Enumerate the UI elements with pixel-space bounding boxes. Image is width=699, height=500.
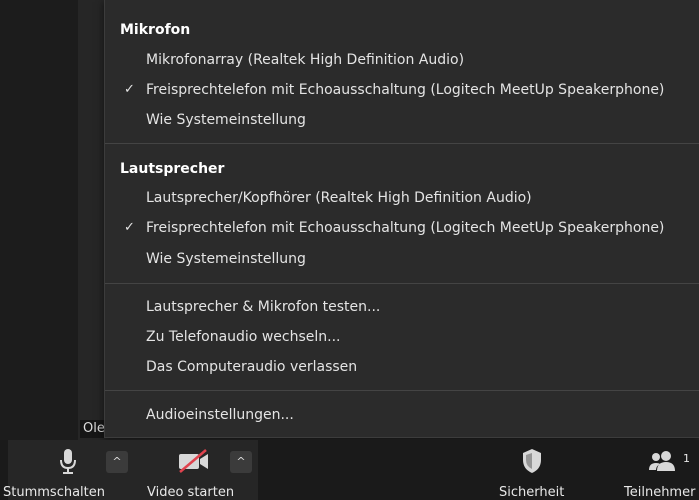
menu-divider bbox=[105, 283, 699, 284]
security-button-label: Sicherheit bbox=[499, 485, 565, 500]
speaker-option-system[interactable]: Wie Systemeinstellung bbox=[105, 245, 699, 273]
menu-divider bbox=[105, 390, 699, 391]
video-off-icon bbox=[177, 449, 211, 477]
microphone-icon bbox=[58, 448, 78, 480]
participants-count: 1 bbox=[683, 452, 690, 465]
participants-icon bbox=[647, 450, 677, 476]
menu-item-label: Mikrofonarray (Realtek High Definition A… bbox=[146, 52, 465, 68]
mic-option-logitech[interactable]: ✓ Freisprechtelefon mit Echoausschaltung… bbox=[105, 76, 699, 104]
menu-item-label: Das Computeraudio verlassen bbox=[146, 359, 358, 375]
meeting-toolbar: ^ Stummschalten ^ Video starten Sicherhe bbox=[0, 440, 699, 500]
checkmark-icon: ✓ bbox=[124, 220, 135, 235]
mic-option-realtek[interactable]: Mikrofonarray (Realtek High Definition A… bbox=[105, 46, 699, 74]
speaker-section-title: Lautsprecher bbox=[120, 161, 225, 177]
menu-item-label: Freisprechtelefon mit Echoausschaltung (… bbox=[146, 82, 665, 98]
participants-button[interactable]: 1 Teilnehmer bbox=[620, 440, 699, 500]
audio-settings-item[interactable]: Audioeinstellungen... bbox=[105, 401, 699, 429]
shield-icon bbox=[521, 448, 543, 478]
security-button[interactable]: Sicherheit bbox=[496, 440, 576, 500]
leave-computer-audio-item[interactable]: Das Computeraudio verlassen bbox=[105, 353, 699, 381]
menu-item-label: Lautsprecher/Kopfhörer (Realtek High Def… bbox=[146, 190, 532, 206]
audio-options-caret[interactable]: ^ bbox=[106, 451, 128, 473]
menu-item-label: Zu Telefonaudio wechseln... bbox=[146, 329, 341, 345]
audio-menu: Mikrofon Mikrofonarray (Realtek High Def… bbox=[104, 0, 699, 438]
menu-item-label: Lautsprecher & Mikrofon testen... bbox=[146, 299, 381, 315]
menu-item-label: Wie Systemeinstellung bbox=[146, 251, 306, 267]
speaker-option-logitech[interactable]: ✓ Freisprechtelefon mit Echoausschaltung… bbox=[105, 214, 699, 242]
test-speaker-mic-item[interactable]: Lautsprecher & Mikrofon testen... bbox=[105, 293, 699, 321]
caret-up-icon: ^ bbox=[236, 455, 246, 468]
menu-item-label: Wie Systemeinstellung bbox=[146, 112, 306, 128]
menu-item-label: Freisprechtelefon mit Echoausschaltung (… bbox=[146, 220, 665, 236]
video-options-caret[interactable]: ^ bbox=[230, 451, 252, 473]
switch-phone-audio-item[interactable]: Zu Telefonaudio wechseln... bbox=[105, 323, 699, 351]
caret-up-icon: ^ bbox=[112, 455, 122, 468]
speaker-option-realtek[interactable]: Lautsprecher/Kopfhörer (Realtek High Def… bbox=[105, 184, 699, 212]
menu-item-label: Audioeinstellungen... bbox=[146, 407, 294, 423]
video-button-label: Video starten bbox=[147, 485, 235, 500]
microphone-section-title: Mikrofon bbox=[120, 22, 191, 38]
checkmark-icon: ✓ bbox=[124, 82, 135, 97]
mute-button-label: Stummschalten bbox=[3, 485, 105, 500]
participants-button-label: Teilnehmer bbox=[624, 485, 696, 500]
mic-option-system[interactable]: Wie Systemeinstellung bbox=[105, 106, 699, 134]
menu-divider bbox=[105, 143, 699, 144]
